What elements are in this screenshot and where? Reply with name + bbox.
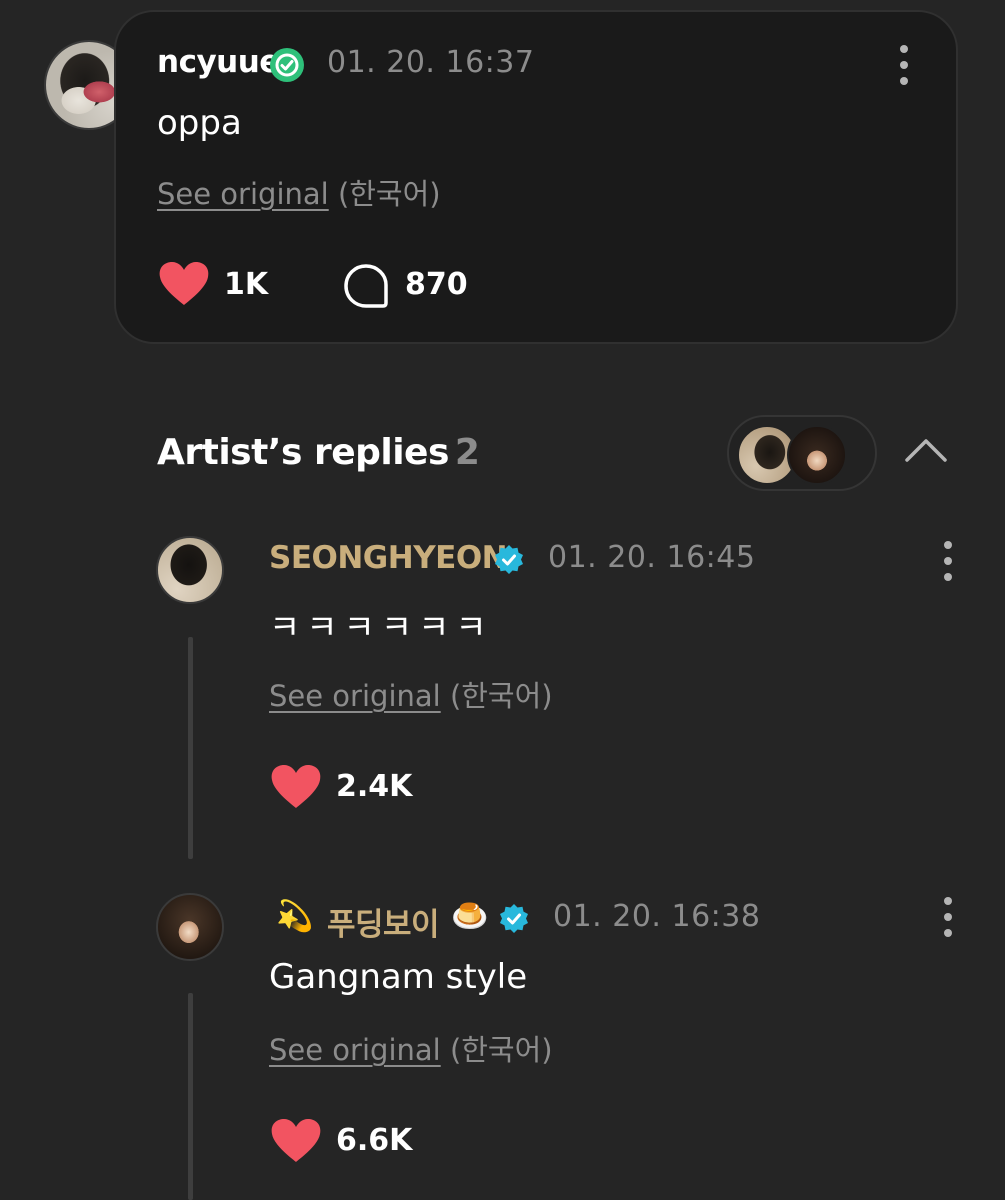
thread-line: [188, 993, 193, 1200]
heart-icon[interactable]: [270, 764, 322, 814]
more-vertical-icon[interactable]: [941, 897, 955, 937]
artist-replies-count: 2: [454, 432, 480, 473]
reply-username[interactable]: SEONGHYEON: [269, 540, 508, 576]
post-timestamp: 01. 20. 16:37: [327, 45, 535, 80]
see-original-link[interactable]: See original: [269, 1033, 441, 1067]
reply-timestamp: 01. 20. 16:45: [548, 540, 756, 575]
see-original-link[interactable]: See original: [269, 679, 441, 713]
see-original-row: See original (한국어): [157, 171, 441, 213]
post-username[interactable]: ncyuue: [157, 44, 280, 80]
artist-avatar[interactable]: [156, 536, 224, 604]
more-vertical-icon[interactable]: [941, 541, 955, 581]
reply-text: Gangnam style: [269, 957, 528, 997]
heart-icon[interactable]: [270, 1118, 322, 1168]
pudding-icon: 🍮: [451, 899, 489, 934]
artist-avatars-pill[interactable]: [727, 415, 877, 491]
post-comment-count: 870: [405, 267, 468, 302]
verified-badge-icon: [493, 544, 525, 576]
reply-like-count: 6.6K: [336, 1123, 413, 1158]
thread-line: [188, 637, 193, 859]
heart-icon[interactable]: [158, 261, 210, 311]
reply-text: ㅋㅋㅋㅋㅋㅋ: [269, 608, 493, 648]
reply-like-count: 2.4K: [336, 769, 413, 804]
post-text: oppa: [157, 103, 242, 143]
original-language: (한국어): [337, 177, 441, 211]
chevron-up-icon[interactable]: [904, 436, 948, 468]
original-language: (한국어): [449, 679, 553, 713]
more-vertical-icon[interactable]: [897, 45, 911, 85]
verified-badge-icon: [270, 48, 304, 82]
comment-bubble-icon[interactable]: [343, 263, 389, 313]
artist-mini-avatar: [787, 425, 847, 485]
artist-replies-title: Artist’s replies 2: [157, 432, 480, 473]
see-original-link[interactable]: See original: [157, 177, 329, 211]
artist-avatar[interactable]: [156, 893, 224, 961]
dizzy-star-icon: 💫: [276, 899, 314, 934]
original-language: (한국어): [449, 1033, 553, 1067]
post-like-count: 1K: [224, 267, 269, 302]
reply-timestamp: 01. 20. 16:38: [553, 899, 761, 934]
verified-badge-icon: [498, 903, 530, 935]
reply-username[interactable]: 푸딩보이: [327, 899, 440, 944]
artist-replies-label: Artist’s replies: [157, 432, 449, 473]
see-original-row: See original (한국어): [269, 673, 553, 715]
see-original-row: See original (한국어): [269, 1027, 553, 1069]
